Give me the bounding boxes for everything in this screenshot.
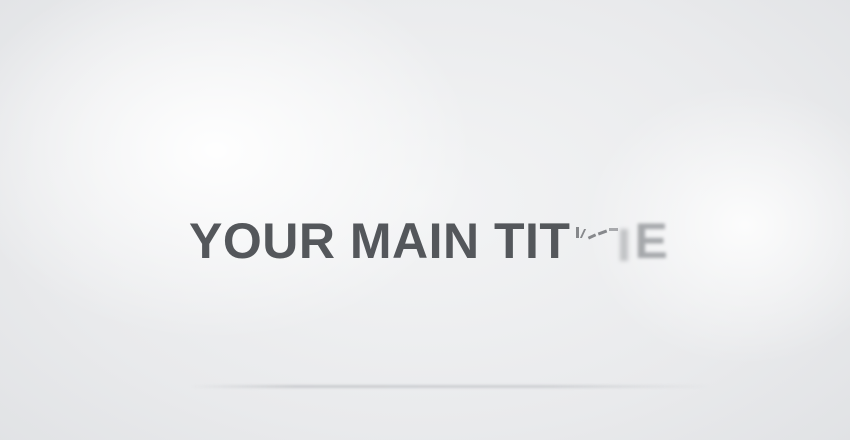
main-title: YOUR MAIN TIT E	[189, 211, 668, 271]
glitch-fragment	[609, 228, 619, 231]
main-title-last-letter: E	[634, 213, 668, 269]
glitch-fragment	[620, 229, 629, 261]
main-title-text: YOUR MAIN TIT	[189, 213, 571, 269]
glitch-fragment	[576, 227, 580, 238]
title-card-stage: YOUR MAIN TIT E	[0, 0, 850, 440]
glitch-fragment	[580, 229, 587, 238]
glitch-fragment	[588, 233, 597, 240]
glitch-fragment	[598, 229, 608, 236]
glitch-fragments	[574, 211, 632, 271]
floor-reflection-line	[190, 385, 710, 388]
